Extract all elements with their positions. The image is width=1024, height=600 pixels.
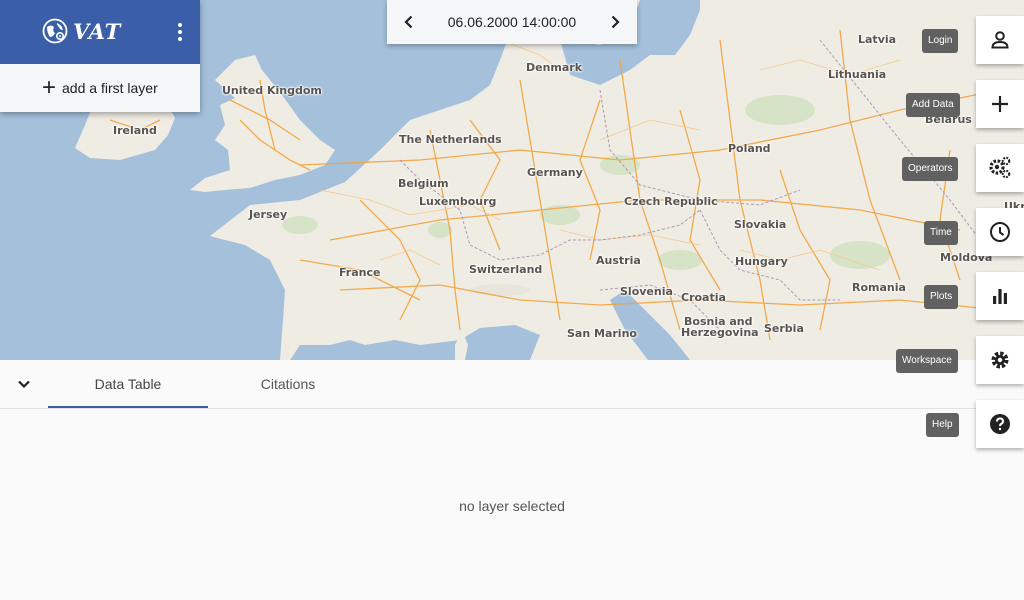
login-tooltip: Login bbox=[922, 29, 959, 53]
collapse-panel-button[interactable] bbox=[12, 372, 36, 396]
time-tooltip: Time bbox=[924, 221, 958, 245]
app-logo: VAT bbox=[42, 18, 121, 44]
add-data-tooltip: Add Data bbox=[906, 93, 960, 117]
map-label: Jersey bbox=[249, 208, 288, 221]
map-label: Hungary bbox=[735, 255, 788, 268]
help-button[interactable] bbox=[976, 400, 1024, 448]
time-next-button[interactable] bbox=[593, 0, 637, 44]
map-label: Czech Republic bbox=[624, 195, 718, 208]
tab-citations[interactable]: Citations bbox=[208, 360, 368, 408]
map-label: Germany bbox=[527, 166, 583, 179]
map-label: Herzegovina bbox=[681, 326, 759, 339]
help-icon bbox=[990, 414, 1010, 434]
plots-tooltip: Plots bbox=[924, 285, 959, 309]
tab-data-table[interactable]: Data Table bbox=[48, 360, 208, 408]
clock-icon bbox=[990, 222, 1010, 242]
map-label: Slovakia bbox=[734, 218, 787, 231]
add-data-button[interactable] bbox=[976, 80, 1024, 128]
more-vert-icon[interactable] bbox=[170, 20, 190, 46]
chevron-left-icon bbox=[404, 15, 413, 29]
add-layer-label: add a first layer bbox=[62, 80, 158, 96]
chevron-right-icon bbox=[611, 15, 620, 29]
bottom-panel: Data Table Citations no layer selected bbox=[0, 360, 1024, 600]
person-icon bbox=[991, 31, 1009, 49]
map-label: San Marino bbox=[567, 327, 637, 340]
plots-button[interactable] bbox=[976, 272, 1024, 320]
map-label: Ireland bbox=[113, 124, 157, 137]
gears-icon bbox=[989, 156, 1011, 179]
workspace-tooltip: Workspace bbox=[896, 349, 958, 373]
layer-panel-header: VAT bbox=[0, 0, 200, 64]
map-label: Switzerland bbox=[469, 263, 543, 276]
app-logo-text: VAT bbox=[73, 18, 122, 44]
help-tooltip: Help bbox=[926, 413, 959, 437]
login-button[interactable] bbox=[976, 16, 1024, 64]
layer-panel: VAT + add a first layer bbox=[0, 0, 200, 112]
time-control: 06.06.2000 14:00:00 bbox=[387, 0, 637, 44]
map-label: United Kingdom bbox=[222, 84, 322, 97]
gear-icon bbox=[991, 351, 1009, 369]
plus-icon bbox=[992, 96, 1008, 112]
map-label: Slovenia bbox=[620, 285, 673, 298]
map-label: Austria bbox=[596, 254, 641, 267]
time-previous-button[interactable] bbox=[387, 0, 431, 44]
map-label: Luxembourg bbox=[419, 195, 497, 208]
map-label: Serbia bbox=[764, 322, 804, 335]
map-label: France bbox=[339, 266, 381, 279]
map-label: Lithuania bbox=[828, 68, 887, 81]
time-button[interactable] bbox=[976, 208, 1024, 256]
operators-button[interactable] bbox=[976, 144, 1024, 192]
globe-gear-icon bbox=[42, 18, 68, 44]
map-label: Denmark bbox=[526, 61, 583, 74]
map-label: Romania bbox=[852, 281, 906, 294]
map-label: Latvia bbox=[858, 33, 897, 46]
bar-chart-icon bbox=[993, 289, 1007, 304]
map-label: Croatia bbox=[681, 291, 726, 304]
map-label: Belgium bbox=[398, 177, 449, 190]
workspace-button[interactable] bbox=[976, 336, 1024, 384]
chevron-down-icon bbox=[18, 380, 30, 389]
add-first-layer-button[interactable]: + add a first layer bbox=[0, 64, 200, 112]
map-label: Poland bbox=[728, 142, 771, 155]
tab-bar: Data Table Citations bbox=[0, 360, 1024, 409]
operators-tooltip: Operators bbox=[902, 157, 959, 181]
plus-icon: + bbox=[42, 74, 57, 101]
map-label: The Netherlands bbox=[399, 133, 502, 146]
time-value[interactable]: 06.06.2000 14:00:00 bbox=[431, 14, 593, 30]
empty-state-message: no layer selected bbox=[459, 498, 565, 514]
